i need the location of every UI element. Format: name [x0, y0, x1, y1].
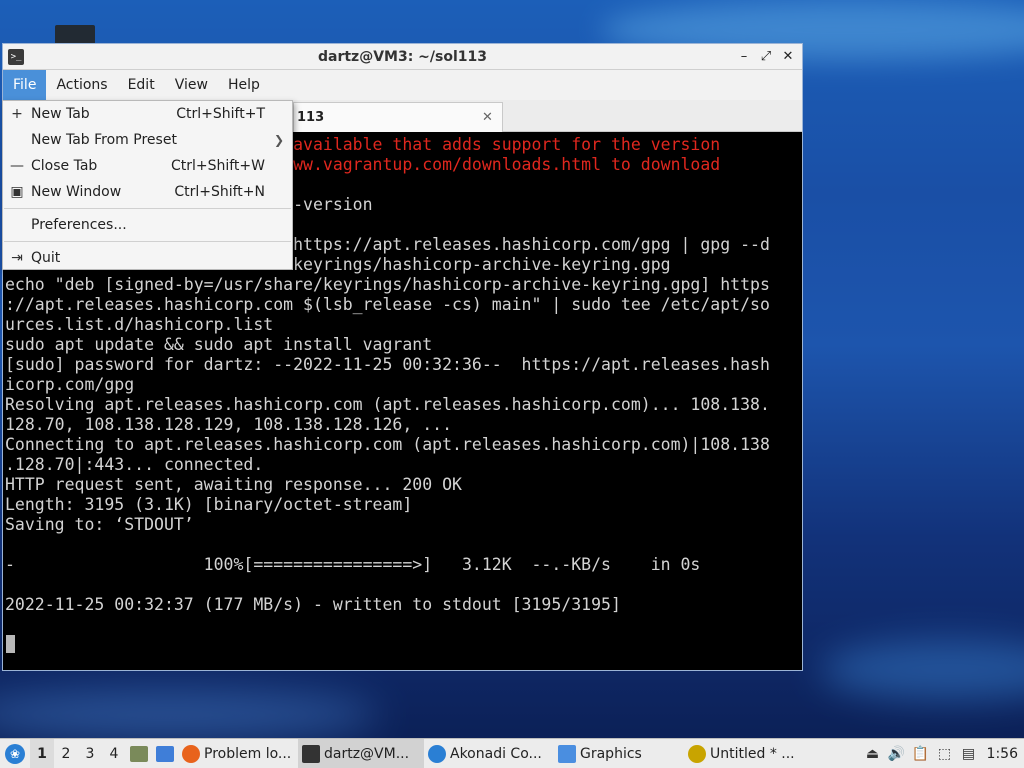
menu-separator — [4, 241, 291, 242]
exit-icon: ⇥ — [11, 250, 23, 266]
menu-item-shortcut: Ctrl+Shift+W — [170, 158, 265, 174]
akonadi-icon — [428, 744, 446, 763]
menu-actions[interactable]: Actions — [46, 70, 117, 100]
menu-file[interactable]: File — [3, 70, 47, 100]
task-label: Graphics — [580, 745, 642, 762]
file-manager-launcher-icon[interactable] — [126, 739, 152, 768]
terminal-line: sudo apt update && sudo apt install vagr… — [5, 335, 433, 354]
terminal-line: urces.list.d/hashicorp.list — [5, 315, 274, 334]
terminal-line: 2022-11-25 00:32:37 (177 MB/s) - written… — [5, 595, 621, 614]
window-icon: ▣ — [10, 184, 24, 200]
network-icon[interactable]: ⬚ — [933, 739, 957, 768]
taskbar: ❀ 1 2 3 4 Problem lo... dartz@VM... Akon… — [0, 738, 1024, 768]
terminal-cursor — [6, 635, 15, 653]
terminal-tab[interactable]: 113 ✕ — [293, 102, 503, 132]
tab-close-icon[interactable]: ✕ — [482, 110, 502, 125]
task-firefox[interactable]: Problem lo... — [178, 739, 298, 768]
menu-item-preferences[interactable]: Preferences... — [3, 212, 292, 238]
close-icon[interactable]: ✕ — [780, 48, 796, 66]
clock[interactable]: 1:56 — [981, 746, 1024, 762]
terminal-line: ://apt.releases.hashicorp.com $(lsb_rele… — [5, 295, 770, 314]
terminal-line: - 100%[================>] 3.12K --.-KB/s… — [5, 555, 701, 574]
volume-icon[interactable]: 🔊 — [885, 739, 909, 768]
eject-icon[interactable]: ⏏ — [861, 739, 885, 768]
maximize-icon[interactable]: ⤢ — [758, 48, 774, 66]
menu-view[interactable]: View — [165, 70, 218, 100]
plus-icon: + — [11, 106, 23, 122]
terminal-line: .128.70|:443... connected. — [5, 455, 264, 474]
terminal-line: 128.70, 108.138.128.129, 108.138.128.126… — [5, 415, 453, 434]
terminal-line: Resolving apt.releases.hashicorp.com (ap… — [5, 395, 770, 414]
menu-item-label: New Tab From Preset — [31, 132, 177, 148]
record-icon — [688, 744, 706, 763]
system-tray: ⏏ 🔊 📋 ⬚ ▤ 1:56 — [861, 739, 1024, 768]
wallpaper-highlight — [820, 640, 1024, 700]
notification-icon[interactable]: ▤ — [957, 739, 981, 768]
lubuntu-logo-icon: ❀ — [5, 743, 25, 764]
menu-item-quit[interactable]: ⇥ Quit — [3, 245, 292, 271]
task-untitled[interactable]: Untitled * ... — [684, 739, 810, 768]
submenu-arrow-icon: ❯ — [273, 133, 284, 147]
workspace-4[interactable]: 4 — [102, 739, 126, 768]
tab-label: 113 — [297, 110, 325, 125]
menu-edit[interactable]: Edit — [118, 70, 165, 100]
menu-item-new-window[interactable]: ▣ New Window Ctrl+Shift+N — [3, 179, 292, 205]
terminal-line: [sudo] password for dartz: --2022-11-25 … — [5, 355, 770, 374]
terminal-line: HTTP request sent, awaiting response... … — [5, 475, 462, 494]
menu-item-close-tab[interactable]: — Close Tab Ctrl+Shift+W — [3, 153, 292, 179]
menu-item-shortcut: Ctrl+Shift+N — [174, 184, 265, 200]
show-desktop-icon[interactable] — [152, 739, 178, 768]
file-menu-dropdown: + New Tab Ctrl+Shift+T New Tab From Pres… — [2, 100, 293, 270]
terminal-line: icorp.com/gpg — [5, 375, 135, 394]
task-terminal[interactable]: dartz@VM... — [298, 738, 424, 768]
firefox-icon — [182, 744, 200, 763]
menu-help[interactable]: Help — [218, 70, 270, 100]
menu-item-label: Preferences... — [31, 217, 127, 233]
task-label: Untitled * ... — [710, 745, 795, 762]
start-menu-button[interactable]: ❀ — [0, 739, 30, 768]
window-titlebar[interactable]: >_ dartz@VM3: ~/sol113 – ⤢ ✕ — [3, 44, 802, 70]
menu-separator — [4, 208, 291, 209]
terminal-line: Saving to: ‘STDOUT’ — [5, 515, 194, 534]
folder-icon — [558, 744, 576, 763]
wallpaper-highlight — [0, 690, 380, 740]
terminal-line: Connecting to apt.releases.hashicorp.com… — [5, 435, 770, 454]
workspace-2[interactable]: 2 — [54, 739, 78, 768]
menu-item-label: Quit — [31, 250, 61, 266]
task-label: dartz@VM... — [324, 745, 410, 762]
task-label: Akonadi Co... — [450, 745, 542, 762]
task-label: Problem lo... — [204, 745, 292, 762]
window-title: dartz@VM3: ~/sol113 — [317, 48, 487, 65]
terminal-app-icon[interactable]: >_ — [8, 48, 24, 65]
terminal-line: Length: 3195 (3.1K) [binary/octet-stream… — [5, 495, 413, 514]
workspace-3[interactable]: 3 — [78, 739, 102, 768]
menu-item-shortcut: Ctrl+Shift+T — [176, 106, 265, 122]
task-graphics[interactable]: Graphics — [554, 739, 684, 768]
minus-icon: — — [10, 158, 24, 174]
terminal-line: echo "deb [signed-by=/usr/share/keyrings… — [5, 275, 770, 294]
menubar: File Actions Edit View Help — [3, 70, 802, 100]
clipboard-icon[interactable]: 📋 — [909, 739, 933, 768]
minimize-icon[interactable]: – — [736, 48, 752, 66]
menu-item-new-tab-from-preset[interactable]: New Tab From Preset ❯ — [3, 127, 292, 153]
workspace-1[interactable]: 1 — [30, 738, 54, 768]
task-akonadi[interactable]: Akonadi Co... — [424, 739, 554, 768]
terminal-icon — [302, 744, 320, 763]
desktop-icon[interactable] — [55, 25, 95, 45]
menu-item-new-tab[interactable]: + New Tab Ctrl+Shift+T — [3, 101, 292, 127]
